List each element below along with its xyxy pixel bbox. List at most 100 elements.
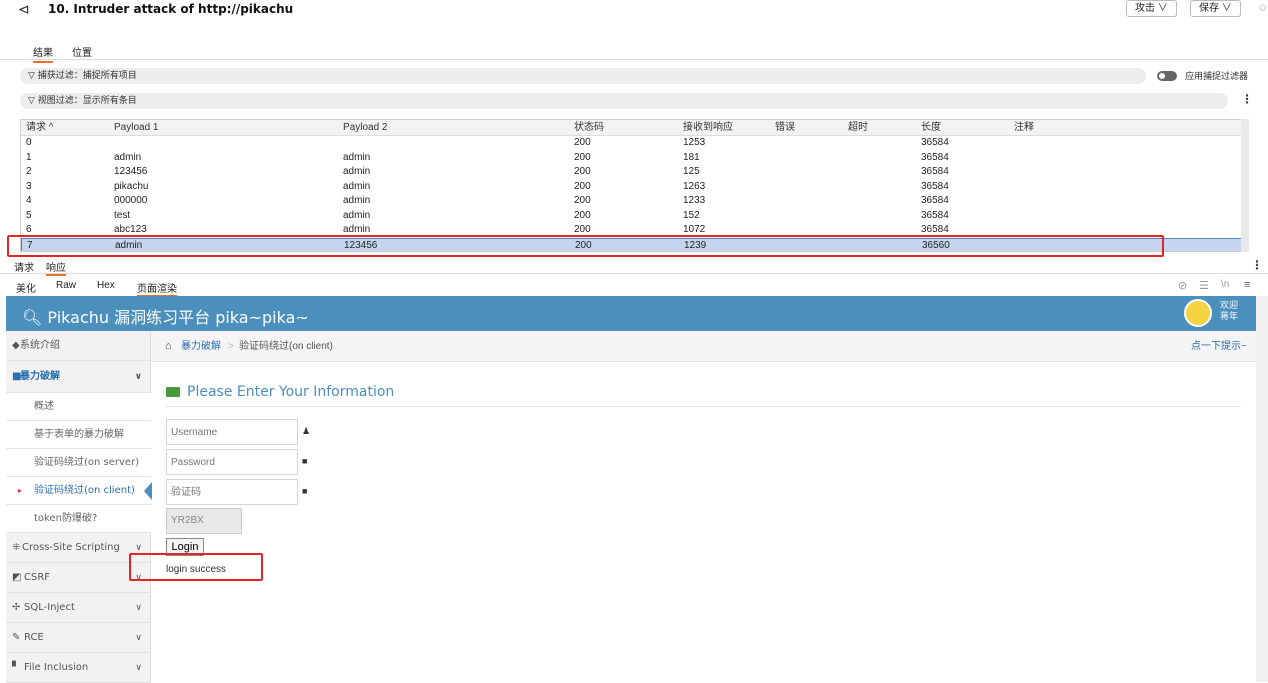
results-table: 请求 ^ Payload 1 Payload 2 状态码 接收到响应 错误 超时… [20,119,1246,252]
sidebar-sub-overview[interactable]: 概述 [6,393,151,421]
breadcrumb: ⌂ 暴力破解 > 验证码绕过(on client) 点一下提示~ [151,331,1256,362]
table-row[interactable]: 4 000000 admin 200 1233 36584 [21,194,1245,208]
breadcrumb-parent[interactable]: 暴力破解 [181,331,221,362]
view-tab-hex[interactable]: Hex [97,280,115,291]
tab-positions[interactable]: 位置 [72,44,92,59]
cell-status: 200 [574,180,591,192]
col-length[interactable]: 长度 [921,120,941,136]
filter-icon: ▽ [28,71,38,81]
sidebar-sub-token[interactable]: token防爆破? [6,505,151,533]
cell-payload1: 000000 [114,195,148,206]
lock-icon: ■ [302,456,308,466]
pikachu-title-text: Pikachu 漏洞练习平台 pika~pika~ [47,308,309,327]
format-icon[interactable]: ☰ [1199,279,1209,292]
view-filter-bar[interactable]: ▽ 视图过滤：显示所有条目 [20,93,1228,109]
filter-icon: ▽ [28,96,38,106]
cell-response-received: 125 [683,166,700,177]
cell-payload1: admin [114,151,142,163]
view-tab-raw[interactable]: Raw [56,280,76,291]
more-options-icon[interactable]: ⋮ [1251,258,1263,272]
cell-payload2: admin [343,166,371,177]
cell-status: 200 [574,209,591,221]
sidebar-item-label: 验证码绕过(on client) [34,485,135,496]
table-row[interactable]: 5 test admin 200 152 36584 [21,209,1245,223]
sidebar-sub-captcha-client[interactable]: ▸ 验证码绕过(on client) [6,477,152,505]
breadcrumb-current: 验证码绕过(on client) [239,341,333,352]
col-status[interactable]: 状态码 [574,120,604,136]
table-scrollbar[interactable] [1241,119,1249,252]
password-field[interactable] [166,449,298,475]
sidebar-item-sqli[interactable]: ✢ SQL-Inject ∨ [6,593,151,623]
sidebar-item-file-inclusion[interactable]: ▘ File Inclusion ∨ [6,653,151,683]
capture-filter-toggle-label: 应用捕捉过滤器 [1185,72,1249,82]
cell-request: 5 [26,209,32,221]
cell-request: 4 [26,195,32,206]
cell-length: 36584 [921,180,949,192]
cell-request: 3 [26,180,32,192]
capture-filter-bar[interactable]: ▽ 捕获过滤：捕捉所有项目 [20,68,1146,84]
view-tab-pretty[interactable]: 美化 [16,280,36,295]
back-arrow-icon[interactable]: ⊲ [18,1,30,18]
pikachu-sidebar: ◆ 系统介绍 ■ 暴力破解 ∨ 概述 基于表单的暴力破解 验证码绕过(on serve… [6,331,152,683]
cell-payload2: admin [343,195,371,206]
sidebar-item-label: 基于表单的暴力破解 [34,429,124,440]
col-timeout[interactable]: 超时 [848,120,868,136]
sidebar-item-label: File Inclusion [24,662,89,673]
result-tabs: 结果 位置 [0,40,1268,63]
more-options-icon[interactable]: ⋮ [1241,92,1253,106]
file-icon: ▘ [12,662,20,673]
sidebar-item-brute[interactable]: ■ 暴力破解 ∨ [6,361,151,393]
view-tab-render[interactable]: 页面渲染 [137,280,177,297]
user-icon: ♟ [302,426,311,436]
table-row[interactable]: 1 admin admin 200 181 36584 [21,151,1245,165]
sidebar-sub-captcha-server[interactable]: 验证码绕过(on server) [6,449,151,477]
table-row[interactable]: 2 123456 admin 200 125 36584 [21,165,1245,179]
sidebar-item-intro[interactable]: ◆ 系统介绍 [6,331,151,361]
window-title: 10. Intruder attack of http://pikachu [48,2,294,16]
col-error[interactable]: 错误 [775,120,795,136]
pencil-icon: ✎ [12,632,21,643]
col-payload2[interactable]: Payload 2 [343,120,387,136]
no-wrap-icon[interactable]: ⊘ [1178,279,1187,292]
cell-status: 200 [574,166,591,177]
caret-right-icon: ▸ [18,486,23,495]
attack-button[interactable]: 攻击 ∨ [1126,0,1177,17]
col-comment[interactable]: 注释 [1014,120,1034,136]
highlight-box-row7 [7,235,1164,257]
cell-status: 200 [574,151,591,163]
tab-request[interactable]: 请求 [14,259,34,274]
avatar[interactable] [1184,299,1212,327]
sidebar-item-rce[interactable]: ✎ RCE ∨ [6,623,151,653]
highlight-box-login-success [129,553,263,581]
menu-icon[interactable]: ≡ [1244,279,1250,291]
col-response-received[interactable]: 接收到响应 [683,120,733,136]
sidebar-sub-form-brute[interactable]: 基于表单的暴力破解 [6,421,151,449]
key-icon: 🔍︎ [22,308,48,327]
lock-icon: ■ [302,486,308,496]
welcome-line1: 欢迎 [1220,300,1239,310]
hint-link[interactable]: 点一下提示~ [1191,331,1247,362]
captcha-code: YR2BX [166,508,242,534]
save-button[interactable]: 保存 ∨ [1190,0,1241,17]
pikachu-title: 🔍︎ Pikachu 漏洞练习平台 pika~pika~ [22,304,309,328]
tab-results[interactable]: 结果 [33,44,53,63]
toggle-knob [1159,73,1165,79]
username-field[interactable] [166,419,298,445]
table-row[interactable]: 0 200 1253 36584 [21,136,1245,150]
active-indicator [144,482,152,500]
cell-request: 0 [26,137,32,148]
col-payload1[interactable]: Payload 1 [114,120,158,136]
table-row[interactable]: 3 pikachu admin 200 1263 36584 [21,180,1245,194]
render-scrollbar[interactable] [1256,296,1268,682]
cell-response-received: 1233 [683,195,706,206]
cell-payload1: 123456 [114,166,148,177]
newline-icon[interactable]: \n [1221,279,1229,290]
col-request[interactable]: 请求 ^ [26,120,53,136]
home-icon[interactable]: ⌂ [165,331,172,362]
table-header: 请求 ^ Payload 1 Payload 2 状态码 接收到响应 错误 超时… [21,120,1245,136]
cell-request: 2 [26,166,32,177]
help-icon[interactable]: ◌ [1259,0,1266,14]
captcha-field[interactable] [166,479,298,505]
cell-status: 200 [574,195,591,206]
chevron-down-icon: ∨ [135,663,142,673]
